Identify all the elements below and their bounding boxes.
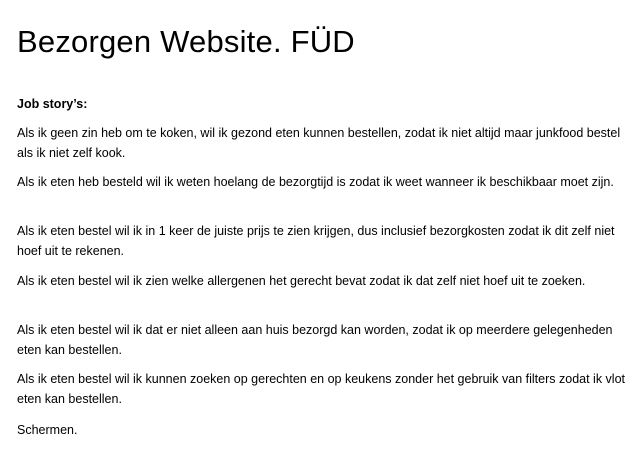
job-stories-heading: Job story’s: xyxy=(17,97,88,111)
job-story-3: Als ik eten bestel wil ik in 1 keer de j… xyxy=(17,224,615,258)
job-story-5: Als ik eten bestel wil ik dat er niet al… xyxy=(17,323,613,357)
job-story-6: Als ik eten bestel wil ik kunnen zoeken … xyxy=(17,372,625,406)
job-story-2: Als ik eten heb besteld wil ik weten hoe… xyxy=(17,175,614,189)
schermen-label: Schermen. xyxy=(17,423,78,437)
job-story-1: Als ik geen zin heb om te koken, wil ik … xyxy=(17,126,621,160)
document-title: Bezorgen Website. FÜD xyxy=(17,24,355,59)
job-story-4: Als ik eten bestel wil ik zien welke all… xyxy=(17,274,586,288)
